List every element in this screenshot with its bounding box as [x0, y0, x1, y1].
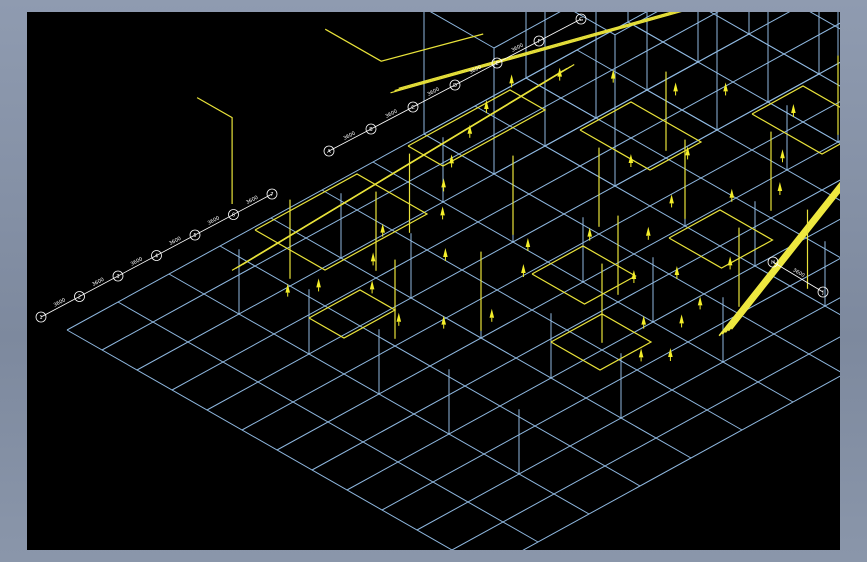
pipe-loop	[550, 313, 653, 371]
grid-line	[206, 61, 840, 411]
vent-run	[324, 28, 484, 62]
fixture-symbol	[525, 238, 531, 247]
top-axis-annotation: ABCDEFG36003600360036003600	[323, 13, 587, 157]
isometric-drawing: 1234567360036003600360036003600 ABCDEFG3…	[35, 12, 840, 550]
grid-line	[709, 12, 840, 87]
pipe-loop	[531, 245, 637, 305]
fixture-symbol	[587, 227, 592, 237]
fixture-symbol	[489, 308, 495, 318]
fixture-symbol	[729, 188, 735, 198]
pipe-loop	[407, 89, 547, 167]
box-edge	[429, 12, 495, 49]
grid-line	[311, 179, 840, 471]
cad-window-frame: 1 2 3 4 5 6 7 3600 3600 3600 3600 3600 3600 ABCDEFG3…	[0, 0, 867, 562]
fixture-symbol	[641, 315, 646, 325]
box-edge	[767, 61, 840, 103]
top-axis-label: F	[538, 39, 541, 45]
grid-line	[241, 101, 840, 431]
left-axis-label: 5	[193, 233, 196, 239]
branch-run	[242, 64, 575, 266]
fixture-symbol	[669, 194, 674, 204]
fixture-symbol	[521, 264, 526, 273]
grid-line	[451, 336, 840, 550]
right-axis-label: J	[821, 290, 823, 296]
left-axis-annotation: 1234567360036003600360036003600	[35, 188, 278, 323]
fixture-symbol	[791, 104, 796, 113]
top-axis-label: E	[495, 61, 498, 67]
fixture-symbol	[316, 278, 321, 288]
right-axis-line	[772, 261, 824, 293]
main-header	[730, 190, 840, 330]
fixture-symbol	[646, 226, 651, 236]
top-axis-label: D	[453, 83, 457, 89]
fixture-symbol	[509, 74, 514, 84]
fixture-symbol	[777, 182, 783, 191]
grid-line	[809, 12, 840, 30]
fixture-symbol	[370, 252, 376, 262]
fixture-symbol	[440, 206, 445, 216]
grid-line	[781, 12, 840, 178]
fixture-symbol	[441, 178, 446, 188]
grid-line	[276, 140, 840, 451]
left-axis-label: 4	[155, 253, 158, 259]
structural-grid	[66, 12, 840, 550]
left-axis-label: 6	[232, 212, 235, 218]
fixture-symbol	[697, 296, 703, 306]
left-axis-label: 3	[116, 274, 119, 280]
fixture-symbol	[638, 348, 644, 358]
main-header	[724, 186, 840, 333]
rear-run	[398, 12, 674, 89]
left-axis-label: 7	[270, 192, 273, 198]
grid-line	[101, 12, 719, 351]
right-axis-label: H	[771, 260, 775, 266]
fixture-symbol	[673, 82, 678, 92]
rear-run	[390, 12, 682, 94]
fixture-symbol	[369, 280, 375, 290]
left-axis-label: 2	[78, 294, 81, 300]
drawing-viewport[interactable]: 1 2 3 4 5 6 7 3600 3600 3600 3600 3600 3600 ABCDEFG3…	[27, 12, 840, 550]
fixture-symbol	[443, 248, 448, 257]
left-axis-label: 1	[39, 315, 42, 321]
grid-line	[522, 375, 840, 550]
pipe-loop	[751, 85, 840, 155]
pipe-loop	[579, 101, 703, 171]
grid-line	[416, 297, 840, 531]
top-axis-label: B	[369, 127, 373, 133]
fixture-symbol	[780, 149, 785, 159]
top-axis-label: A	[327, 149, 331, 155]
fixture-symbol	[679, 314, 684, 324]
fixture-symbol	[380, 223, 385, 233]
vent-run	[196, 97, 233, 204]
fixture-symbol	[727, 256, 733, 266]
top-axis-label: C	[411, 105, 415, 111]
grid-line	[576, 49, 840, 201]
top-axis-label: G	[579, 17, 583, 23]
fixture-symbol	[396, 312, 402, 322]
box-edge	[837, 141, 840, 144]
